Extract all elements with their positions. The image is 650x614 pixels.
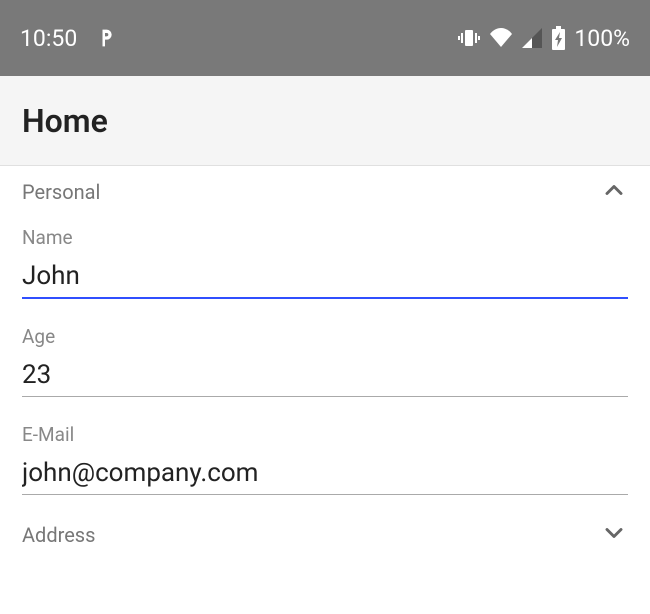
battery-percent: 100% bbox=[574, 25, 630, 52]
section-header-address[interactable]: Address bbox=[0, 509, 650, 557]
content: Personal Name Age E-Mail Address bbox=[0, 166, 650, 557]
email-input[interactable] bbox=[22, 454, 628, 495]
field-name: Name bbox=[0, 214, 650, 313]
section-title: Personal bbox=[22, 180, 100, 204]
chevron-up-icon bbox=[600, 176, 628, 208]
cellular-icon bbox=[521, 27, 543, 49]
name-input[interactable] bbox=[22, 257, 628, 299]
section-title: Address bbox=[22, 523, 95, 547]
field-label: Age bbox=[22, 325, 628, 348]
app-bar: Home bbox=[0, 76, 650, 166]
p-icon bbox=[95, 28, 115, 48]
field-label: E-Mail bbox=[22, 423, 628, 446]
field-age: Age bbox=[0, 313, 650, 411]
wifi-icon bbox=[489, 27, 513, 49]
status-bar: 10:50 bbox=[0, 0, 650, 76]
status-time: 10:50 bbox=[20, 25, 77, 52]
chevron-down-icon bbox=[600, 519, 628, 551]
field-email: E-Mail bbox=[0, 411, 650, 509]
age-input[interactable] bbox=[22, 356, 628, 397]
battery-icon bbox=[551, 26, 566, 50]
status-bar-left: 10:50 bbox=[20, 25, 115, 52]
field-label: Name bbox=[22, 226, 628, 249]
status-bar-right: 100% bbox=[457, 25, 630, 52]
section-header-personal[interactable]: Personal bbox=[0, 166, 650, 214]
vibrate-icon bbox=[457, 26, 481, 50]
page-title: Home bbox=[22, 102, 108, 140]
